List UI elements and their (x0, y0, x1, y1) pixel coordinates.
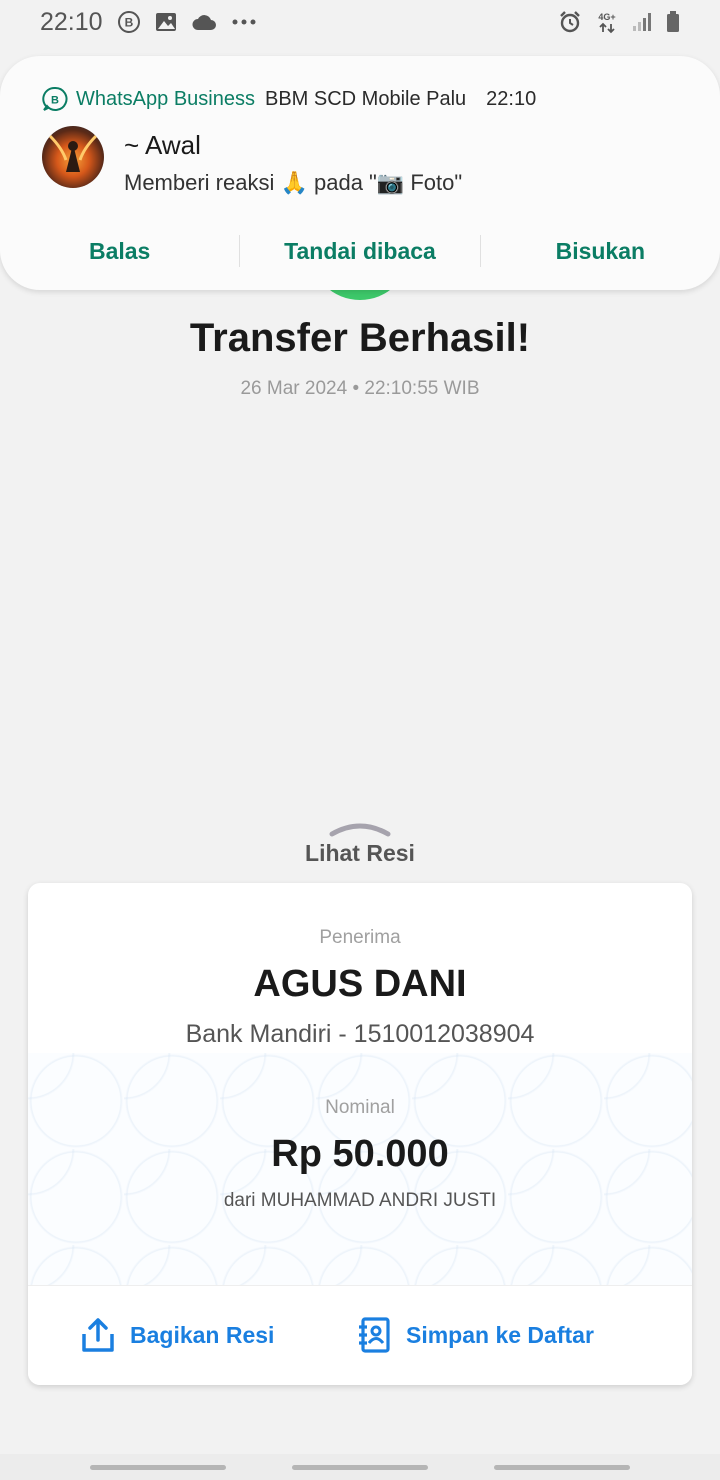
page-title: Transfer Berhasil! (189, 316, 531, 360)
mute-button[interactable]: Bisukan (481, 238, 720, 265)
transfer-amount: Rp 50.000 (271, 1133, 449, 1175)
share-receipt-label: Bagikan Resi (130, 1321, 275, 1348)
cloud-icon (191, 13, 217, 31)
network-label: 4G+ (598, 12, 615, 22)
network-4g-plus-icon: 4G+ (596, 10, 618, 34)
notification-header: B WhatsApp Business BBM SCD Mobile Palu … (42, 84, 536, 114)
navigation-bar (0, 1454, 720, 1480)
notification-sender: ~ Awal (124, 130, 201, 160)
more-icon (231, 18, 257, 26)
receipt-card: Penerima AGUS DANI Bank Mandiri - 151001… (28, 883, 692, 1385)
notification-message: Memberi reaksi 🙏 pada "📷 Foto" (124, 170, 463, 195)
share-receipt-button[interactable]: Bagikan Resi (80, 1316, 274, 1354)
notification-time: 22:10 (486, 87, 537, 110)
svg-text:B: B (124, 16, 133, 30)
svg-text:B: B (51, 95, 59, 107)
status-bar: 22:10 B 4G+ (0, 0, 720, 44)
nav-back-button[interactable] (494, 1465, 630, 1470)
transfer-success-screen: 22:10 B 4G+ B WhatsApp Business BBM SCD … (0, 0, 720, 1480)
avatar (42, 126, 104, 188)
reply-button[interactable]: Balas (0, 238, 239, 265)
share-icon (80, 1316, 116, 1354)
sender-name: dari MUHAMMAD ANDRI JUSTI (223, 1190, 497, 1211)
contact-book-icon (356, 1316, 392, 1354)
status-right: 4G+ (558, 10, 680, 34)
notification-app-name: WhatsApp Business (76, 87, 255, 110)
notification-channel: BBM SCD Mobile Palu (264, 87, 467, 110)
amount-label: Nominal (325, 1097, 395, 1118)
transfer-datetime: 26 Mar 2024 • 22:10:55 WIB (240, 378, 480, 399)
battery-icon (666, 11, 680, 33)
nav-home-button[interactable] (292, 1465, 428, 1470)
recipient-label: Penerima (319, 927, 401, 948)
whatsapp-business-icon: B (42, 86, 68, 112)
alarm-icon (558, 10, 582, 34)
notification-actions: Balas Tandai dibaca Bisukan (0, 228, 720, 274)
view-receipt-toggle[interactable]: Lihat Resi (0, 840, 720, 867)
whatsapp-business-icon: B (117, 10, 141, 34)
status-time: 22:10 (40, 7, 103, 36)
receipt-actions: Bagikan Resi Simpan ke Daftar (28, 1285, 692, 1385)
mark-read-button[interactable]: Tandai dibaca (240, 238, 479, 265)
recipient-bank-account: Bank Mandiri - 1510012038904 (185, 1020, 535, 1048)
save-to-list-label: Simpan ke Daftar (406, 1321, 594, 1348)
status-left: 22:10 B (40, 8, 257, 37)
chevron-up-icon[interactable] (328, 820, 392, 840)
save-to-list-button[interactable]: Simpan ke Daftar (356, 1316, 594, 1354)
signal-icon (632, 12, 652, 32)
recipient-name: AGUS DANI (253, 963, 467, 1005)
whatsapp-notification[interactable]: B WhatsApp Business BBM SCD Mobile Palu … (0, 56, 720, 290)
image-icon (155, 12, 177, 32)
nav-recent-button[interactable] (90, 1465, 226, 1470)
